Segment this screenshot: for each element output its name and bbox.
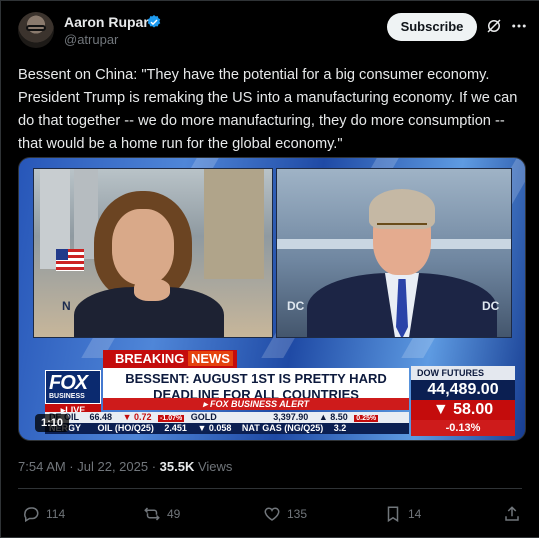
bookmark-icon xyxy=(387,506,399,523)
video-left-panel: N xyxy=(33,168,273,338)
fox-business-logo: FOX BUSINESS xyxy=(45,370,101,404)
author-name[interactable]: Aaron Rupar xyxy=(64,14,149,30)
like-button[interactable]: 135 xyxy=(263,503,307,525)
news-label: NEWS xyxy=(187,351,233,366)
video-player[interactable]: N DC DC BREAKING NEWS FOX BUSINESS ▸LIVE… xyxy=(18,157,526,441)
tweet-text: Bessent on China: "They have the potenti… xyxy=(18,67,518,152)
video-right-panel: DC DC xyxy=(276,168,512,338)
reply-button[interactable]: 114 xyxy=(22,503,65,525)
heart-icon xyxy=(264,507,280,521)
share-button[interactable] xyxy=(503,503,521,525)
market-ticker-top: DE OIL 66.48 ▼ 0.72 -1.07% GOLD 3,397.90… xyxy=(45,412,409,423)
more-icon[interactable] xyxy=(510,17,528,35)
us-flag-icon xyxy=(56,249,84,271)
business-alert-strip: ▸ FOX BUSINESS ALERT xyxy=(103,398,409,410)
bookmark-button[interactable]: 14 xyxy=(384,503,421,525)
breaking-news-banner: BREAKING NEWS xyxy=(103,350,237,368)
market-ticker-bottom: NERGY OIL (HO/Q25) 2.451 ▼ 0.058 NAT GAS… xyxy=(45,423,409,434)
reply-icon xyxy=(24,507,39,523)
grok-icon[interactable] xyxy=(485,17,503,35)
post-timestamp[interactable]: 7:54 AM · Jul 22, 2025 · 35.5K Views xyxy=(18,459,232,474)
subscribe-button[interactable]: Subscribe xyxy=(387,13,477,41)
right-panel-label-right: DC xyxy=(482,299,500,313)
repost-button[interactable]: 49 xyxy=(143,503,180,525)
divider xyxy=(18,488,522,489)
avatar[interactable] xyxy=(18,12,54,48)
right-panel-label-left: DC xyxy=(287,299,305,313)
verified-badge-icon[interactable] xyxy=(146,14,162,30)
share-icon xyxy=(505,506,519,521)
breaking-label: BREAKING xyxy=(115,351,185,366)
dow-futures-box: DOW FUTURES 44,489.00 ▼ 58.00 -0.13% xyxy=(411,366,515,436)
left-panel-label: N xyxy=(62,299,71,313)
repost-icon xyxy=(144,507,160,521)
video-duration: 1:10 xyxy=(35,414,69,432)
author-handle[interactable]: @atrupar xyxy=(64,32,118,47)
